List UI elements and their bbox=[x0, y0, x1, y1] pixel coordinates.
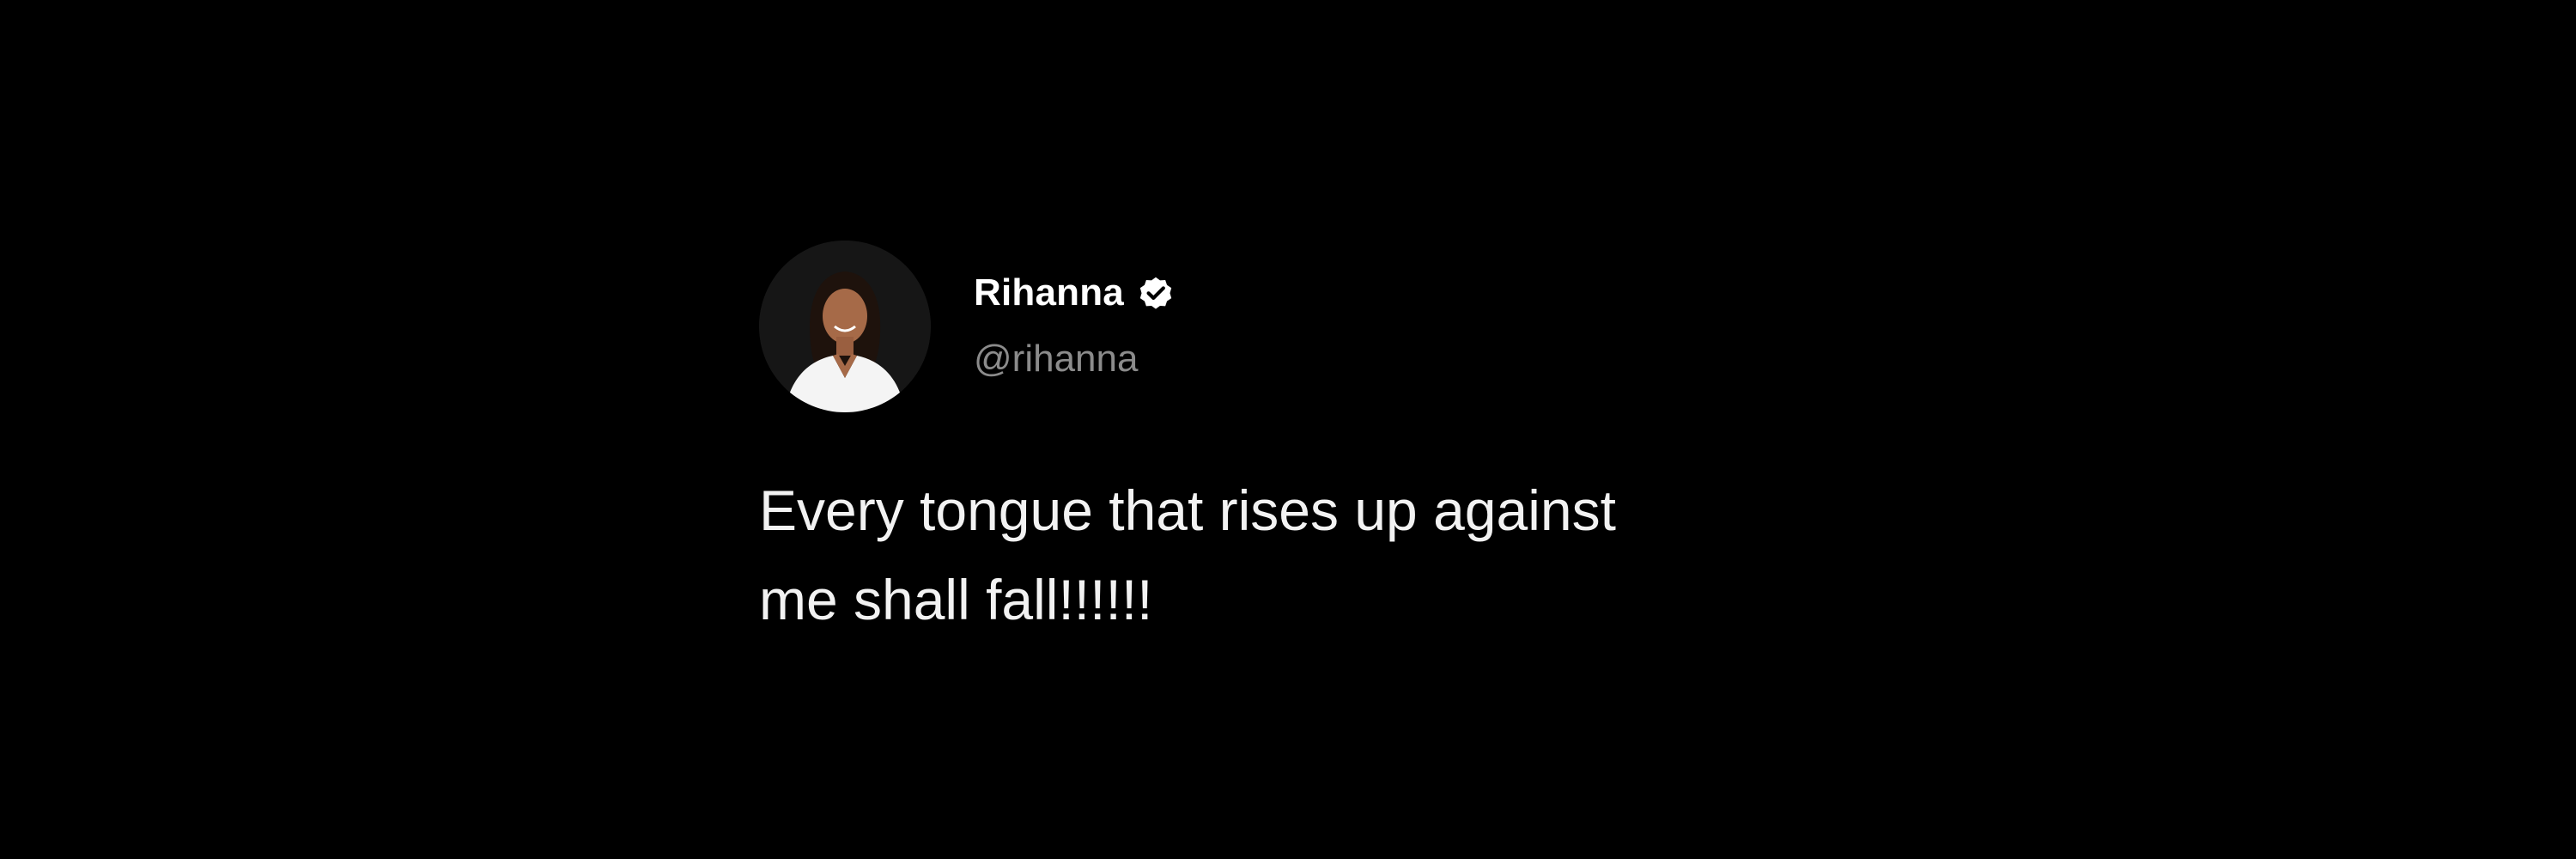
handle[interactable]: @rihanna bbox=[974, 338, 1176, 381]
avatar-photo-icon bbox=[759, 241, 931, 412]
tweet-card: Rihanna @rihanna Every tongue that rises… bbox=[759, 241, 1875, 644]
author-names: Rihanna @rihanna bbox=[974, 271, 1176, 381]
display-name-row: Rihanna bbox=[974, 267, 1176, 319]
tweet-text: Every tongue that rises up against me sh… bbox=[759, 466, 1875, 644]
avatar[interactable] bbox=[759, 241, 931, 412]
tweet-text-line: me shall fall!!!!!! bbox=[759, 568, 1153, 631]
page: Rihanna @rihanna Every tongue that rises… bbox=[0, 0, 2576, 859]
display-name[interactable]: Rihanna bbox=[974, 271, 1124, 314]
verified-badge-icon bbox=[1139, 277, 1172, 309]
tweet-header: Rihanna @rihanna bbox=[759, 241, 1875, 412]
tweet-text-line: Every tongue that rises up against bbox=[759, 478, 1616, 542]
